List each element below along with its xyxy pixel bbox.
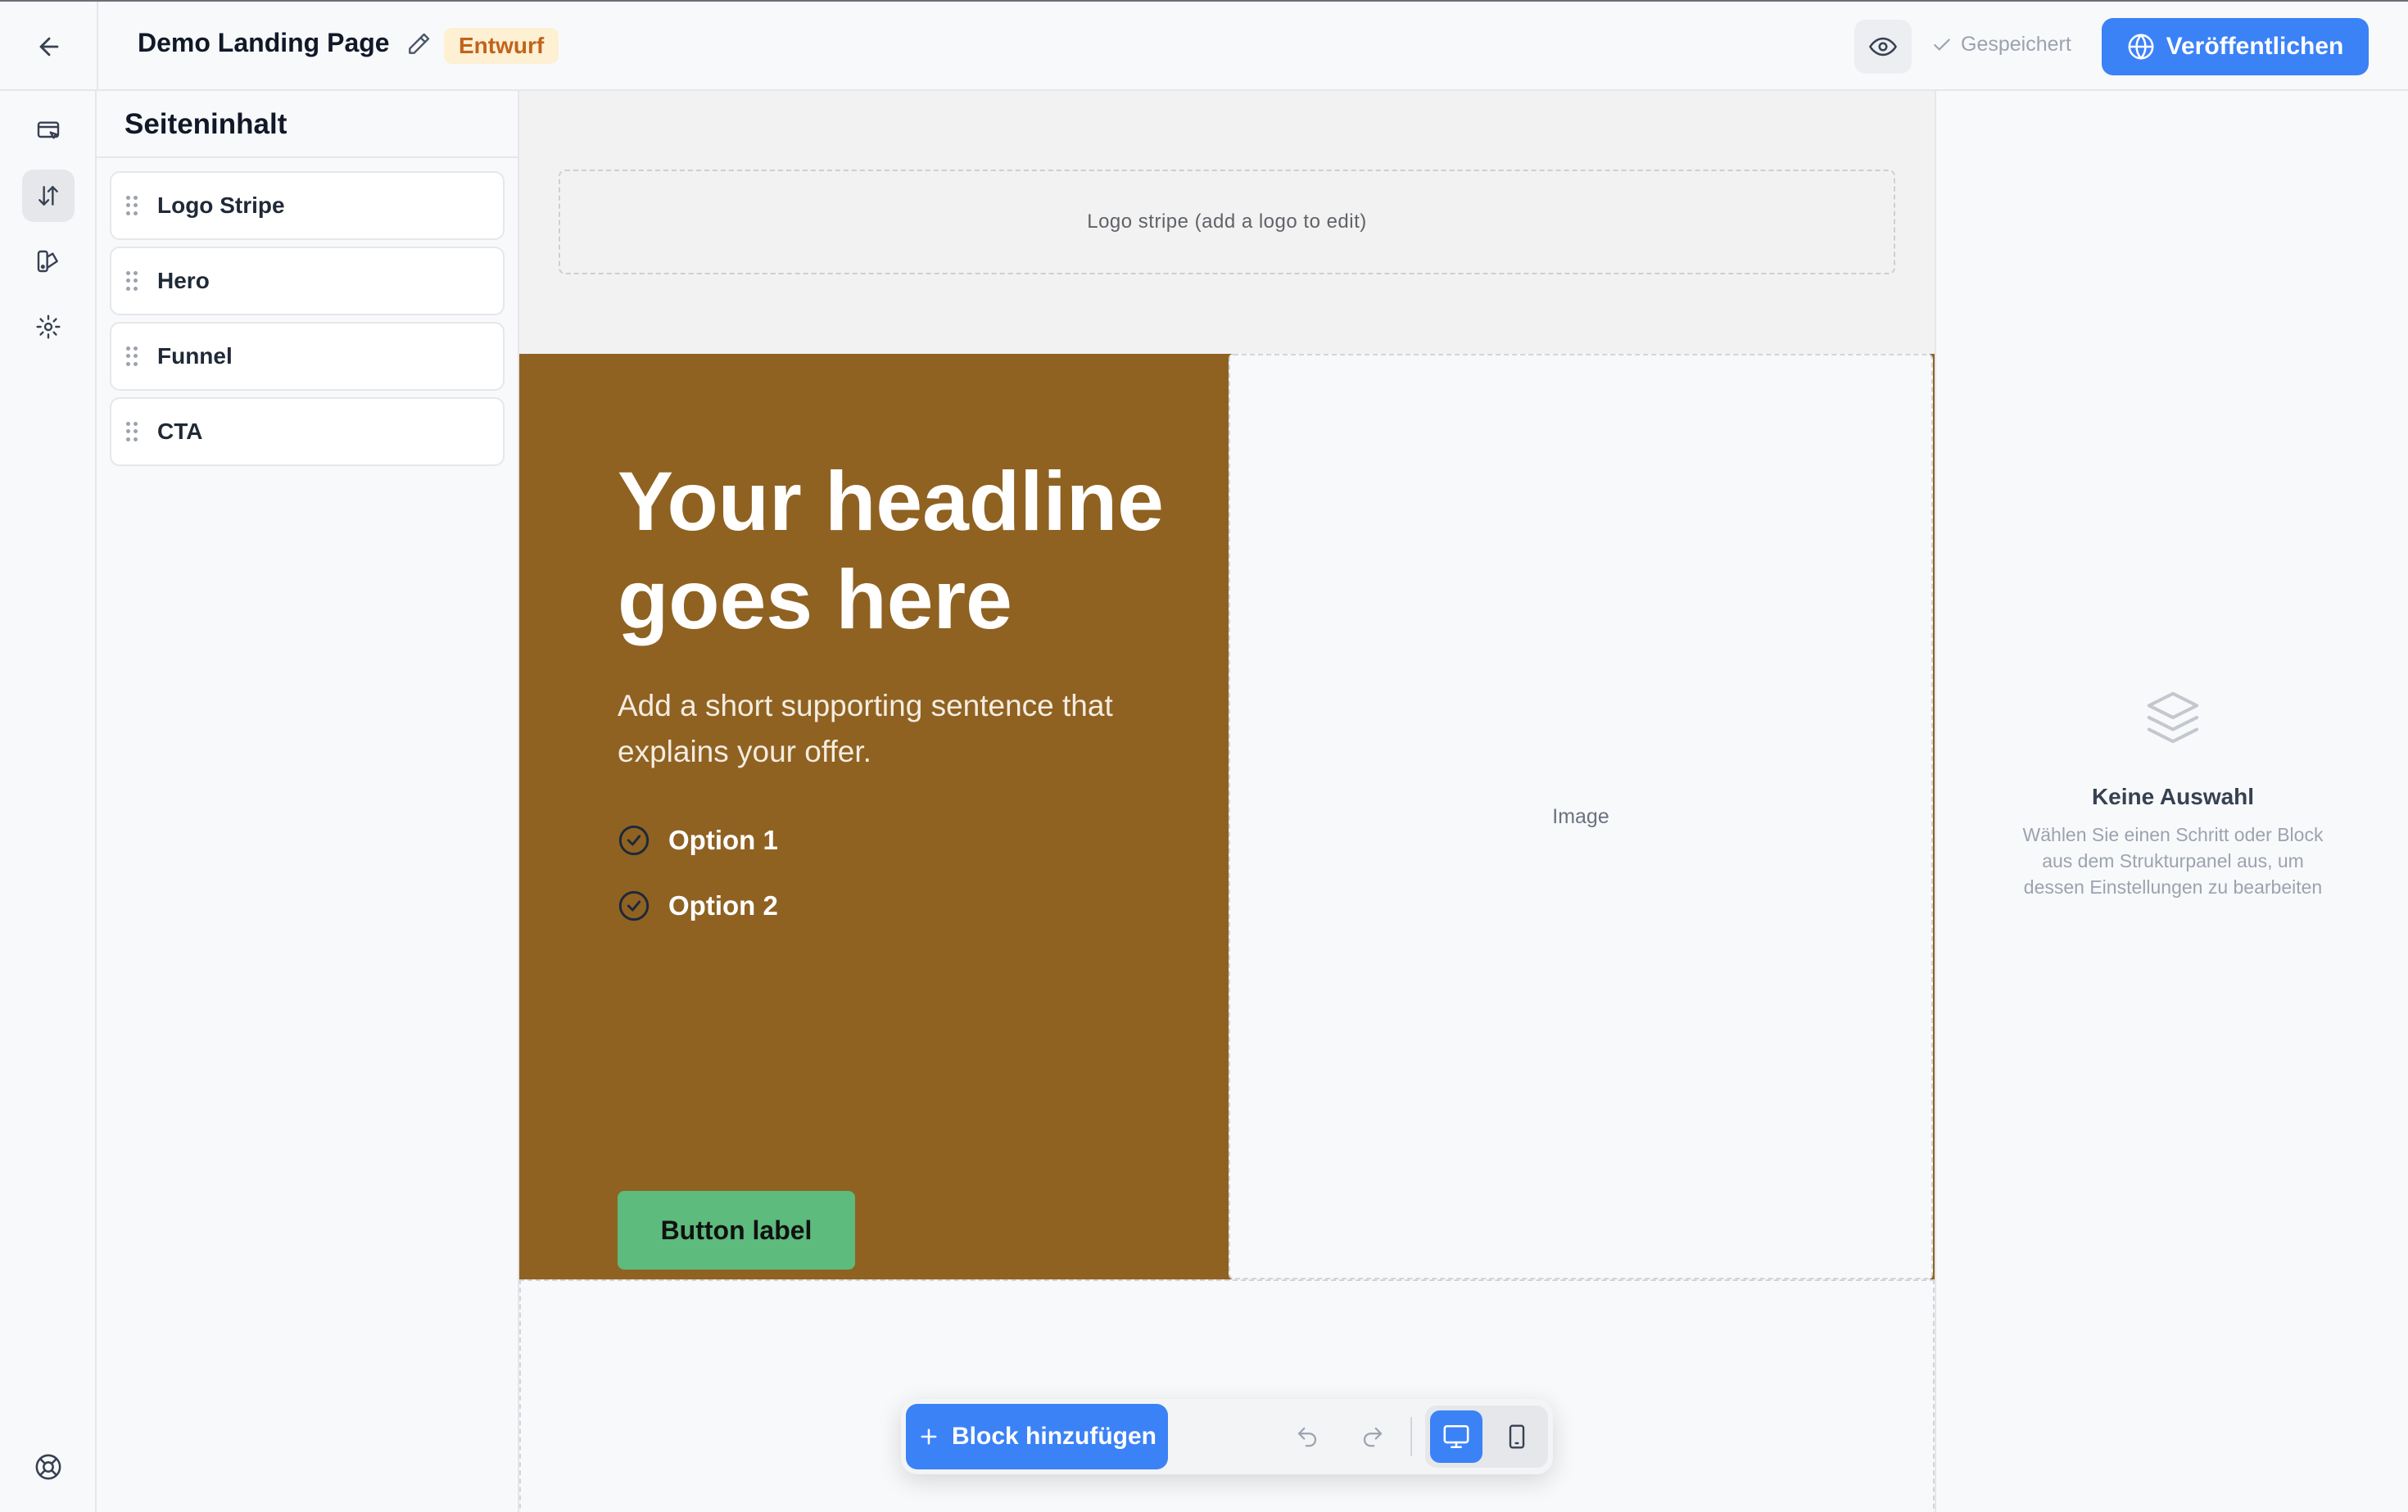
top-bar: Demo Landing Page Entwurf Gespeichert Ve… <box>0 0 2408 91</box>
block-item-label: Funnel <box>157 343 233 369</box>
preview-button[interactable] <box>1854 20 1912 74</box>
page-title: Demo Landing Page <box>138 28 390 57</box>
icon-rail <box>0 91 97 1512</box>
hero-option-label: Option 1 <box>668 825 778 855</box>
hero-image-placeholder[interactable]: Image <box>1229 354 1933 1279</box>
topbar-divider <box>97 2 98 91</box>
structure-panel: Seiteninhalt Logo Stripe Hero Funnel CTA <box>97 91 519 1512</box>
undo-button[interactable] <box>1289 1419 1325 1455</box>
smartphone-icon <box>1509 1424 1525 1449</box>
block-item-label: Logo Stripe <box>157 192 285 218</box>
floating-toolbar: Block hinzufügen <box>901 1399 1553 1474</box>
eye-icon <box>1869 37 1897 57</box>
add-block-button[interactable]: Block hinzufügen <box>906 1404 1168 1469</box>
pencil-icon[interactable] <box>405 31 432 57</box>
monitor-icon <box>1443 1424 1469 1449</box>
rail-structure[interactable] <box>22 170 75 222</box>
drag-handle-icon[interactable] <box>126 346 138 366</box>
palette-icon <box>37 250 58 273</box>
toolbar-separator <box>1410 1417 1412 1456</box>
saved-status-label: Gespeichert <box>1961 33 2071 56</box>
check-circle-icon <box>618 825 650 856</box>
redo-icon <box>1363 1427 1383 1447</box>
saved-status: Gespeichert <box>1931 33 2071 57</box>
desktop-view-button[interactable] <box>1430 1410 1482 1463</box>
rail-page-settings[interactable] <box>22 104 75 156</box>
hero-text: Your headline goes here Add a short supp… <box>618 452 1191 939</box>
device-switcher <box>1425 1406 1548 1468</box>
page-settings-icon <box>37 121 60 139</box>
plus-icon <box>921 1428 937 1445</box>
publish-button[interactable]: Veröffentlichen <box>2102 18 2369 75</box>
drag-handle-icon[interactable] <box>126 196 138 215</box>
block-item-logo-stripe[interactable]: Logo Stripe <box>110 171 505 240</box>
mobile-view-button[interactable] <box>1491 1410 1543 1463</box>
empty-state-title: Keine Auswahl <box>2091 784 2255 809</box>
check-icon <box>1934 38 1950 50</box>
next-section-placeholder[interactable] <box>519 1279 1935 1512</box>
hero-options: Option 1 Option 2 <box>618 808 1191 939</box>
drag-handle-icon[interactable] <box>126 422 138 441</box>
arrow-left-icon <box>39 37 59 57</box>
rail-help[interactable] <box>22 1441 75 1493</box>
help-lifebuoy-icon <box>35 1454 61 1480</box>
gear-icon <box>36 315 61 339</box>
back-button[interactable] <box>25 22 74 71</box>
rail-settings[interactable] <box>22 301 75 353</box>
drag-handle-icon[interactable] <box>126 271 138 291</box>
empty-state-description: Wählen Sie einen Schritt oder Block aus … <box>2022 824 2324 898</box>
properties-panel: Keine Auswahl Wählen Sie einen Schritt o… <box>1935 91 2408 1512</box>
check-circle-icon <box>618 890 650 921</box>
hero-option[interactable]: Option 2 <box>618 873 1191 939</box>
hero-option[interactable]: Option 1 <box>618 808 1191 873</box>
status-badge: Entwurf <box>444 28 559 64</box>
block-item-cta[interactable]: CTA <box>110 397 505 466</box>
undo-icon <box>1297 1427 1317 1447</box>
block-item-label: CTA <box>157 419 203 444</box>
editor-canvas: Logo stripe (add a logo to edit) Your he… <box>519 91 1935 1512</box>
hero-headline[interactable]: Your headline goes here <box>618 452 1191 649</box>
rail-design[interactable] <box>22 235 75 287</box>
hero-option-label: Option 2 <box>668 890 778 921</box>
publish-label: Veröffentlichen <box>2166 33 2344 60</box>
empty-selection-state: Keine Auswahl Wählen Sie einen Schritt o… <box>1936 689 2408 900</box>
logo-stripe-placeholder[interactable]: Logo stripe (add a logo to edit) <box>559 170 1895 274</box>
block-list: Logo Stripe Hero Funnel CTA <box>97 158 518 486</box>
hero-cta-button[interactable]: Button label <box>618 1191 855 1270</box>
globe-icon <box>2128 34 2154 60</box>
hero-subtext[interactable]: Add a short supporting sentence that exp… <box>618 683 1142 775</box>
block-item-hero[interactable]: Hero <box>110 247 505 315</box>
sort-arrows-icon <box>38 186 58 206</box>
panel-heading: Seiteninhalt <box>97 91 518 158</box>
block-item-funnel[interactable]: Funnel <box>110 322 505 391</box>
add-block-label: Block hinzufügen <box>952 1423 1156 1450</box>
logo-stripe-section[interactable]: Logo stripe (add a logo to edit) <box>519 91 1935 354</box>
block-item-label: Hero <box>157 268 210 293</box>
layers-icon <box>2144 689 2202 746</box>
redo-button[interactable] <box>1355 1419 1391 1455</box>
